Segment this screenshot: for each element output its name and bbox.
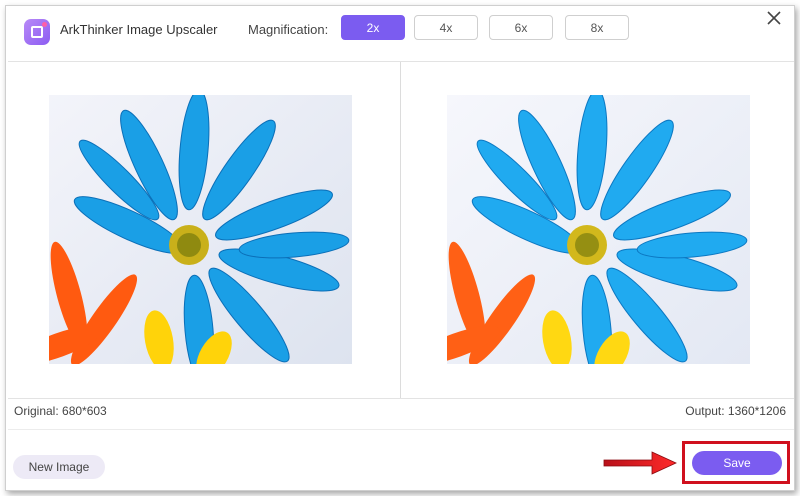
close-icon[interactable]: [764, 8, 784, 28]
magnification-4x-button[interactable]: 4x: [414, 15, 478, 40]
original-image-preview: [49, 95, 352, 364]
save-button[interactable]: Save: [692, 451, 782, 475]
original-size-label: Original: 680*603: [14, 404, 107, 418]
pointer-arrow-icon: [600, 448, 680, 478]
output-image-preview: [447, 95, 750, 364]
flower-image: [49, 95, 352, 364]
preview-divider: [400, 62, 401, 398]
footer-divider: [8, 429, 794, 430]
new-image-button[interactable]: New Image: [13, 455, 105, 479]
upscaler-window: ArkThinker Image Upscaler Magnification:…: [5, 5, 795, 491]
magnification-8x-button[interactable]: 8x: [565, 15, 629, 40]
app-title: ArkThinker Image Upscaler: [60, 22, 218, 37]
app-logo-icon: [24, 19, 50, 45]
magnification-6x-button[interactable]: 6x: [489, 15, 553, 40]
magnification-label: Magnification:: [248, 22, 329, 37]
flower-image-upscaled: [447, 95, 750, 364]
output-size-label: Output: 1360*1206: [685, 404, 786, 418]
magnification-2x-button[interactable]: 2x: [341, 15, 405, 40]
preview-workspace: [8, 61, 794, 399]
